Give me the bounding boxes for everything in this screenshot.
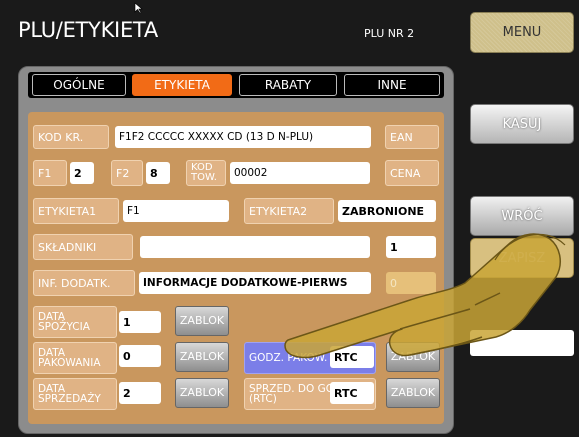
tab-etykieta[interactable]: ETYKIETA [132, 74, 232, 96]
data-sprzedazy-field[interactable]: 2 [119, 382, 161, 404]
zablok-button-spozycia[interactable]: ZABLOK [175, 306, 229, 336]
tab-inne[interactable]: INNE [344, 74, 440, 96]
kasuj-button[interactable]: KASUJ [470, 104, 574, 144]
sprzed-do-godz-field[interactable]: RTC [330, 382, 374, 404]
ean-label: EAN [385, 125, 439, 149]
f1-label: F1 [33, 160, 67, 186]
cena-label: CENA [385, 160, 439, 186]
data-pakowania-label: DATA PAKOWANIA [33, 342, 117, 374]
tab-ogolne[interactable]: OGÓLNE [32, 74, 126, 96]
tab-rabaty[interactable]: RABATY [239, 74, 337, 96]
f2-label: F2 [111, 160, 143, 186]
kod-tow-label: KOD TOW. [186, 160, 226, 186]
zablok-button-pakowania[interactable]: ZABLOK [175, 342, 229, 372]
etykieta1-label: ETYKIETA1 [33, 198, 119, 224]
kod-tow-field[interactable]: 00002 [230, 162, 370, 184]
kod-kr-field[interactable]: F1F2 CCCCC XXXXX CD (13 D N-PLU) [115, 126, 371, 148]
plu-number: PLU NR 2 [364, 27, 415, 40]
data-pakowania-field[interactable]: 0 [119, 345, 161, 367]
menu-button[interactable]: MENU [470, 12, 574, 53]
etykieta1-field[interactable]: F1 [123, 200, 229, 222]
f1-field[interactable]: 2 [70, 162, 94, 184]
kod-kr-label: KOD KR. [33, 125, 109, 149]
pointing-hand-icon [284, 233, 566, 359]
inf-dodatk-label: INF. DODATK. [33, 270, 135, 296]
mouse-cursor-icon [134, 2, 143, 14]
skladniki-label: SKŁADNIKI [33, 234, 133, 260]
data-spozycia-field[interactable]: 1 [119, 311, 161, 333]
data-sprzedazy-label: DATA SPRZEDAŻY [33, 378, 117, 410]
zablok-button-sprzedazy[interactable]: ZABLOK [175, 378, 229, 408]
page-title: PLU/ETYKIETA [18, 18, 158, 42]
data-spozycia-label: DATA SPOŻYCIA [33, 306, 117, 338]
zablok-button-sprzed[interactable]: ZABLOK [386, 378, 440, 408]
f2-field[interactable]: 8 [146, 162, 170, 184]
